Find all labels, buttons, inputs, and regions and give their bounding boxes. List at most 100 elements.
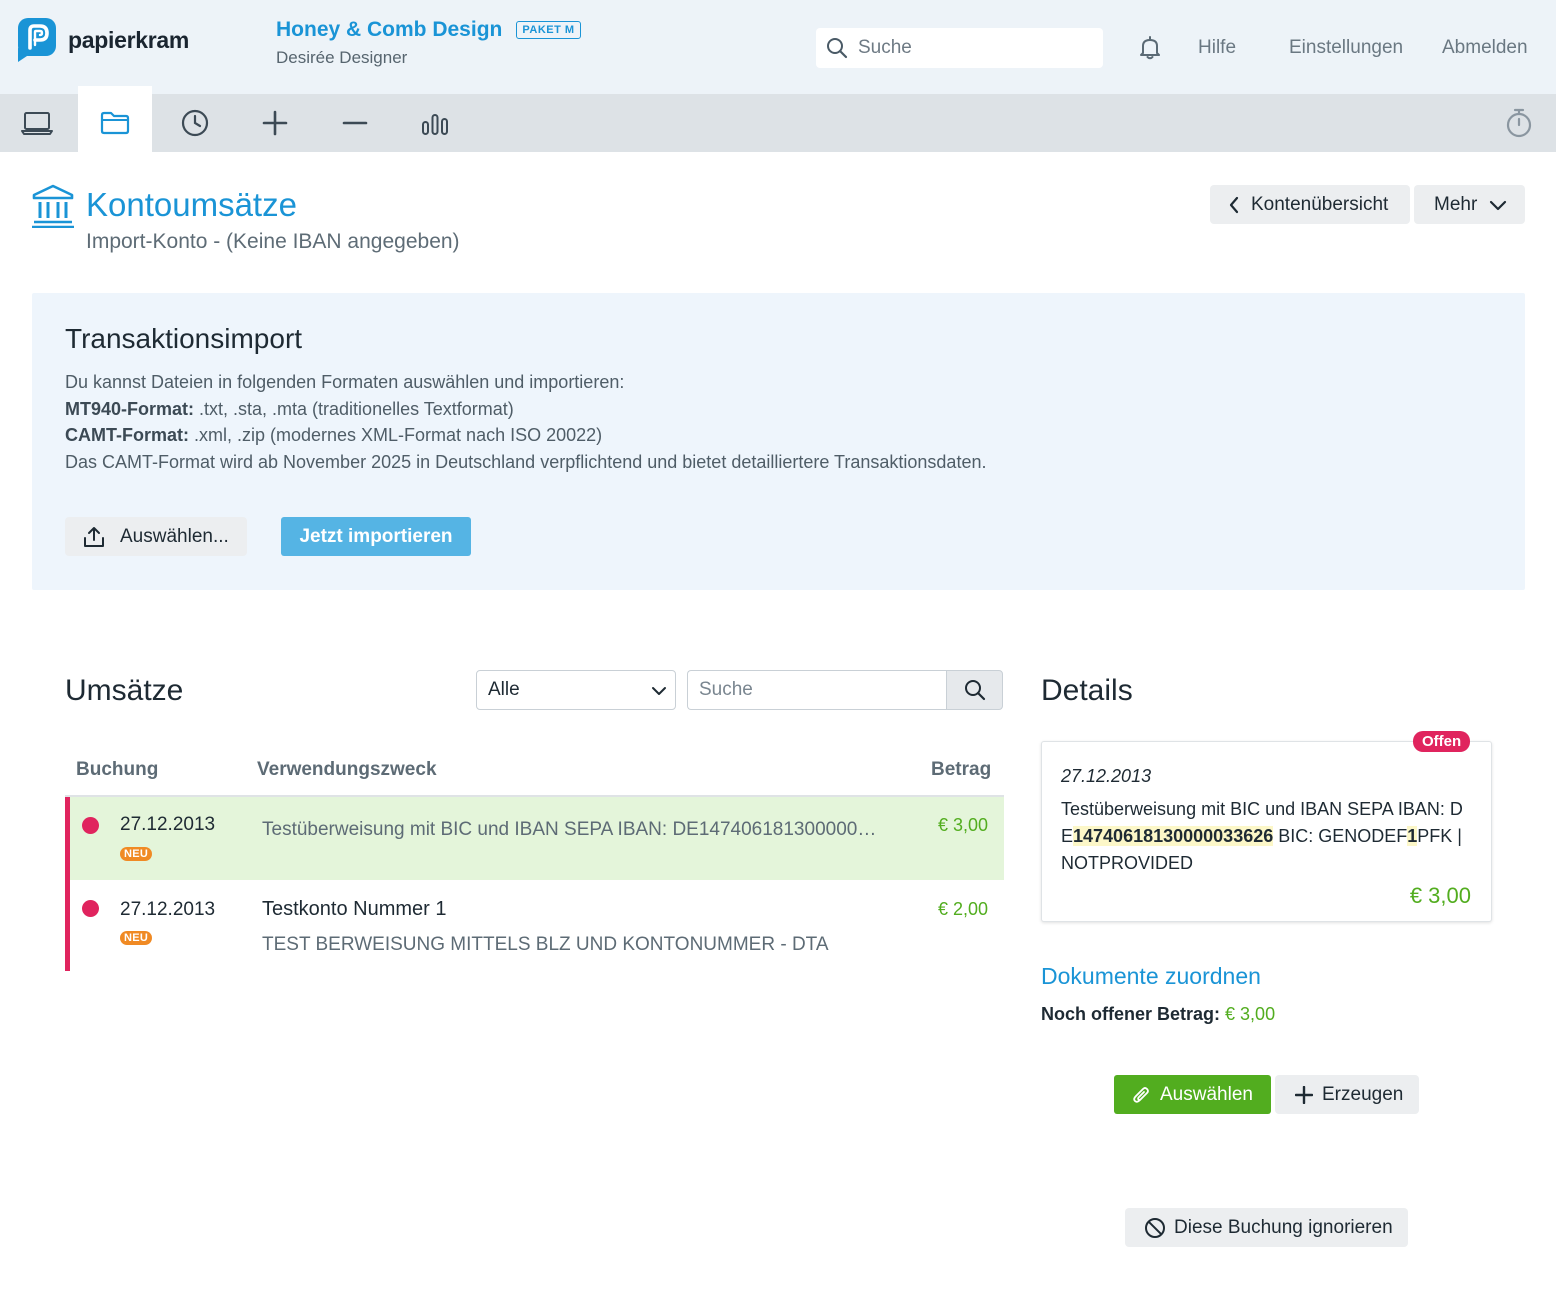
detail-amount: € 3,00 [1409, 883, 1471, 908]
detail-highlight: 1 [1407, 826, 1418, 846]
row-status-bar [65, 880, 70, 971]
row-status-bar [65, 797, 70, 880]
purpose-text: Testüberweisung mit BIC und IBAN SEPA IB… [262, 819, 877, 840]
nav-income[interactable] [238, 94, 312, 152]
import-intro: Du kannst Dateien in folgenden Formaten … [65, 372, 625, 392]
account-overview-button[interactable]: Kontenübersicht [1210, 185, 1410, 224]
transaction-search-input[interactable] [687, 670, 946, 710]
detail-date: 27.12.2013 [1061, 766, 1152, 786]
help-link[interactable]: Hilfe [1198, 37, 1236, 59]
create-document-label: Erzeugen [1322, 1083, 1404, 1105]
stopwatch-icon [1506, 108, 1532, 138]
booking-date: 27.12.2013 [120, 814, 216, 835]
brand-logo[interactable]: papierkram [18, 18, 189, 62]
detail-highlight: 14740618130000033626 [1073, 826, 1274, 846]
filter-value: Alle [488, 679, 520, 700]
page-subtitle: Import-Konto - (Keine IBAN angegeben) [86, 230, 460, 253]
global-search [816, 28, 1103, 68]
chevron-down-icon [652, 687, 666, 695]
ignore-booking-button[interactable]: Diese Buchung ignorieren [1125, 1208, 1408, 1247]
choose-file-label: Auswählen... [120, 525, 229, 547]
column-purpose[interactable]: Verwendungszweck [257, 759, 437, 781]
row-amount: € 3,00 [937, 815, 988, 835]
transaction-row[interactable]: 27.12.2013 NEU Testkonto Nummer 1 TEST B… [65, 880, 1004, 971]
nav-dashboard[interactable] [0, 94, 74, 152]
bank-icon [32, 184, 74, 228]
column-amount[interactable]: Betrag [931, 759, 991, 781]
more-label: Mehr [1434, 193, 1478, 215]
new-badge: NEU [120, 931, 153, 945]
chevron-down-icon [1490, 200, 1507, 210]
nav-reports[interactable] [398, 94, 472, 152]
import-description: Du kannst Dateien in folgenden Formaten … [65, 369, 986, 475]
bar-chart-icon [422, 114, 448, 135]
status-dot [82, 900, 99, 917]
papierkram-logo-icon [18, 18, 56, 62]
details-title: Details [1041, 674, 1133, 707]
new-badge: NEU [120, 847, 153, 861]
plus-icon [1295, 1085, 1313, 1104]
nav-time-tracking[interactable] [158, 94, 232, 152]
ban-icon [1145, 1217, 1165, 1238]
main-nav [0, 86, 1556, 152]
transactions-title: Umsätze [65, 674, 184, 707]
upload-icon [84, 526, 104, 547]
purpose-title: Testkonto Nummer 1 [262, 898, 447, 920]
laptop-icon [21, 112, 53, 135]
mt940-label: MT940-Format: [65, 398, 195, 419]
row-amount: € 2,00 [937, 899, 988, 919]
camt-text: .xml, .zip (modernes XML-Format nach ISO… [189, 425, 603, 445]
assign-documents-heading: Dokumente zuordnen [1041, 963, 1261, 989]
open-amount: Noch offener Betrag: € 3,00 [1041, 1004, 1275, 1025]
transaction-search-button[interactable] [946, 670, 1003, 710]
paperclip-icon [1133, 1086, 1149, 1103]
plus-icon [262, 110, 288, 136]
camt-label: CAMT-Format: [65, 425, 189, 445]
company-name[interactable]: Honey & Comb Design [276, 18, 502, 42]
account-overview-label: Kontenübersicht [1251, 193, 1389, 215]
create-document-button[interactable]: Erzeugen [1275, 1075, 1419, 1114]
folder-icon [100, 111, 130, 135]
nav-documents[interactable] [78, 86, 152, 152]
ignore-booking-label: Diese Buchung ignorieren [1174, 1216, 1393, 1238]
mt940-line: MT940-Format: .txt, .sta, .mta (traditio… [65, 396, 986, 423]
more-dropdown-button[interactable]: Mehr [1414, 185, 1525, 224]
nav-timer[interactable] [1482, 94, 1556, 152]
purpose-text: TEST BERWEISUNG MITTELS BLZ UND KONTONUM… [262, 934, 829, 955]
notification-bell-icon[interactable] [1139, 36, 1161, 60]
mt940-text: .txt, .sta, .mta (traditionelles Textfor… [194, 398, 514, 419]
transaction-search [687, 670, 1003, 710]
page-title: Kontoumsätze [86, 186, 297, 223]
status-dot [82, 817, 99, 834]
search-icon [827, 38, 848, 59]
status-badge: Offen [1413, 731, 1471, 752]
booking-date: 27.12.2013 [120, 899, 216, 920]
transaction-filter-select[interactable]: Alle [476, 670, 676, 710]
transaction-row[interactable]: 27.12.2013 NEU Testüberweisung mit BIC u… [65, 797, 1004, 880]
choose-file-button[interactable]: Auswählen... [65, 517, 247, 556]
import-note: Das CAMT-Format wird ab November 2025 in… [65, 451, 987, 472]
detail-text-part: BIC: GENODEF [1273, 826, 1408, 846]
user-name: Desirée Designer [276, 48, 408, 67]
choose-document-label: Auswählen [1160, 1083, 1253, 1105]
brand-name: papierkram [68, 26, 190, 53]
transaction-import-panel: Transaktionsimport Du kannst Dateien in … [32, 293, 1525, 590]
open-amount-label: Noch offener Betrag: [1041, 1004, 1221, 1024]
detail-purpose: Testüberweisung mit BIC und IBAN SEPA IB… [1061, 796, 1479, 877]
camt-line: CAMT-Format: .xml, .zip (modernes XML-Fo… [65, 422, 986, 449]
nav-expenses[interactable] [318, 94, 392, 152]
import-now-button[interactable]: Jetzt importieren [281, 517, 471, 556]
import-title: Transaktionsimport [65, 323, 303, 354]
logout-link[interactable]: Abmelden [1442, 37, 1528, 59]
column-booking[interactable]: Buchung [76, 759, 158, 781]
settings-link[interactable]: Einstellungen [1289, 37, 1403, 59]
minus-icon [342, 121, 368, 125]
choose-document-button[interactable]: Auswählen [1114, 1075, 1271, 1114]
search-icon [964, 680, 985, 701]
top-bar: papierkram Honey & Comb Design PAKET M D… [0, 0, 1556, 94]
plan-badge: PAKET M [516, 21, 581, 39]
company-info: Honey & Comb Design PAKET M Desirée Desi… [276, 18, 581, 68]
global-search-input[interactable] [858, 37, 1088, 59]
clock-icon [181, 109, 209, 137]
transaction-detail-card: 27.12.2013 Testüberweisung mit BIC und I… [1041, 741, 1492, 922]
